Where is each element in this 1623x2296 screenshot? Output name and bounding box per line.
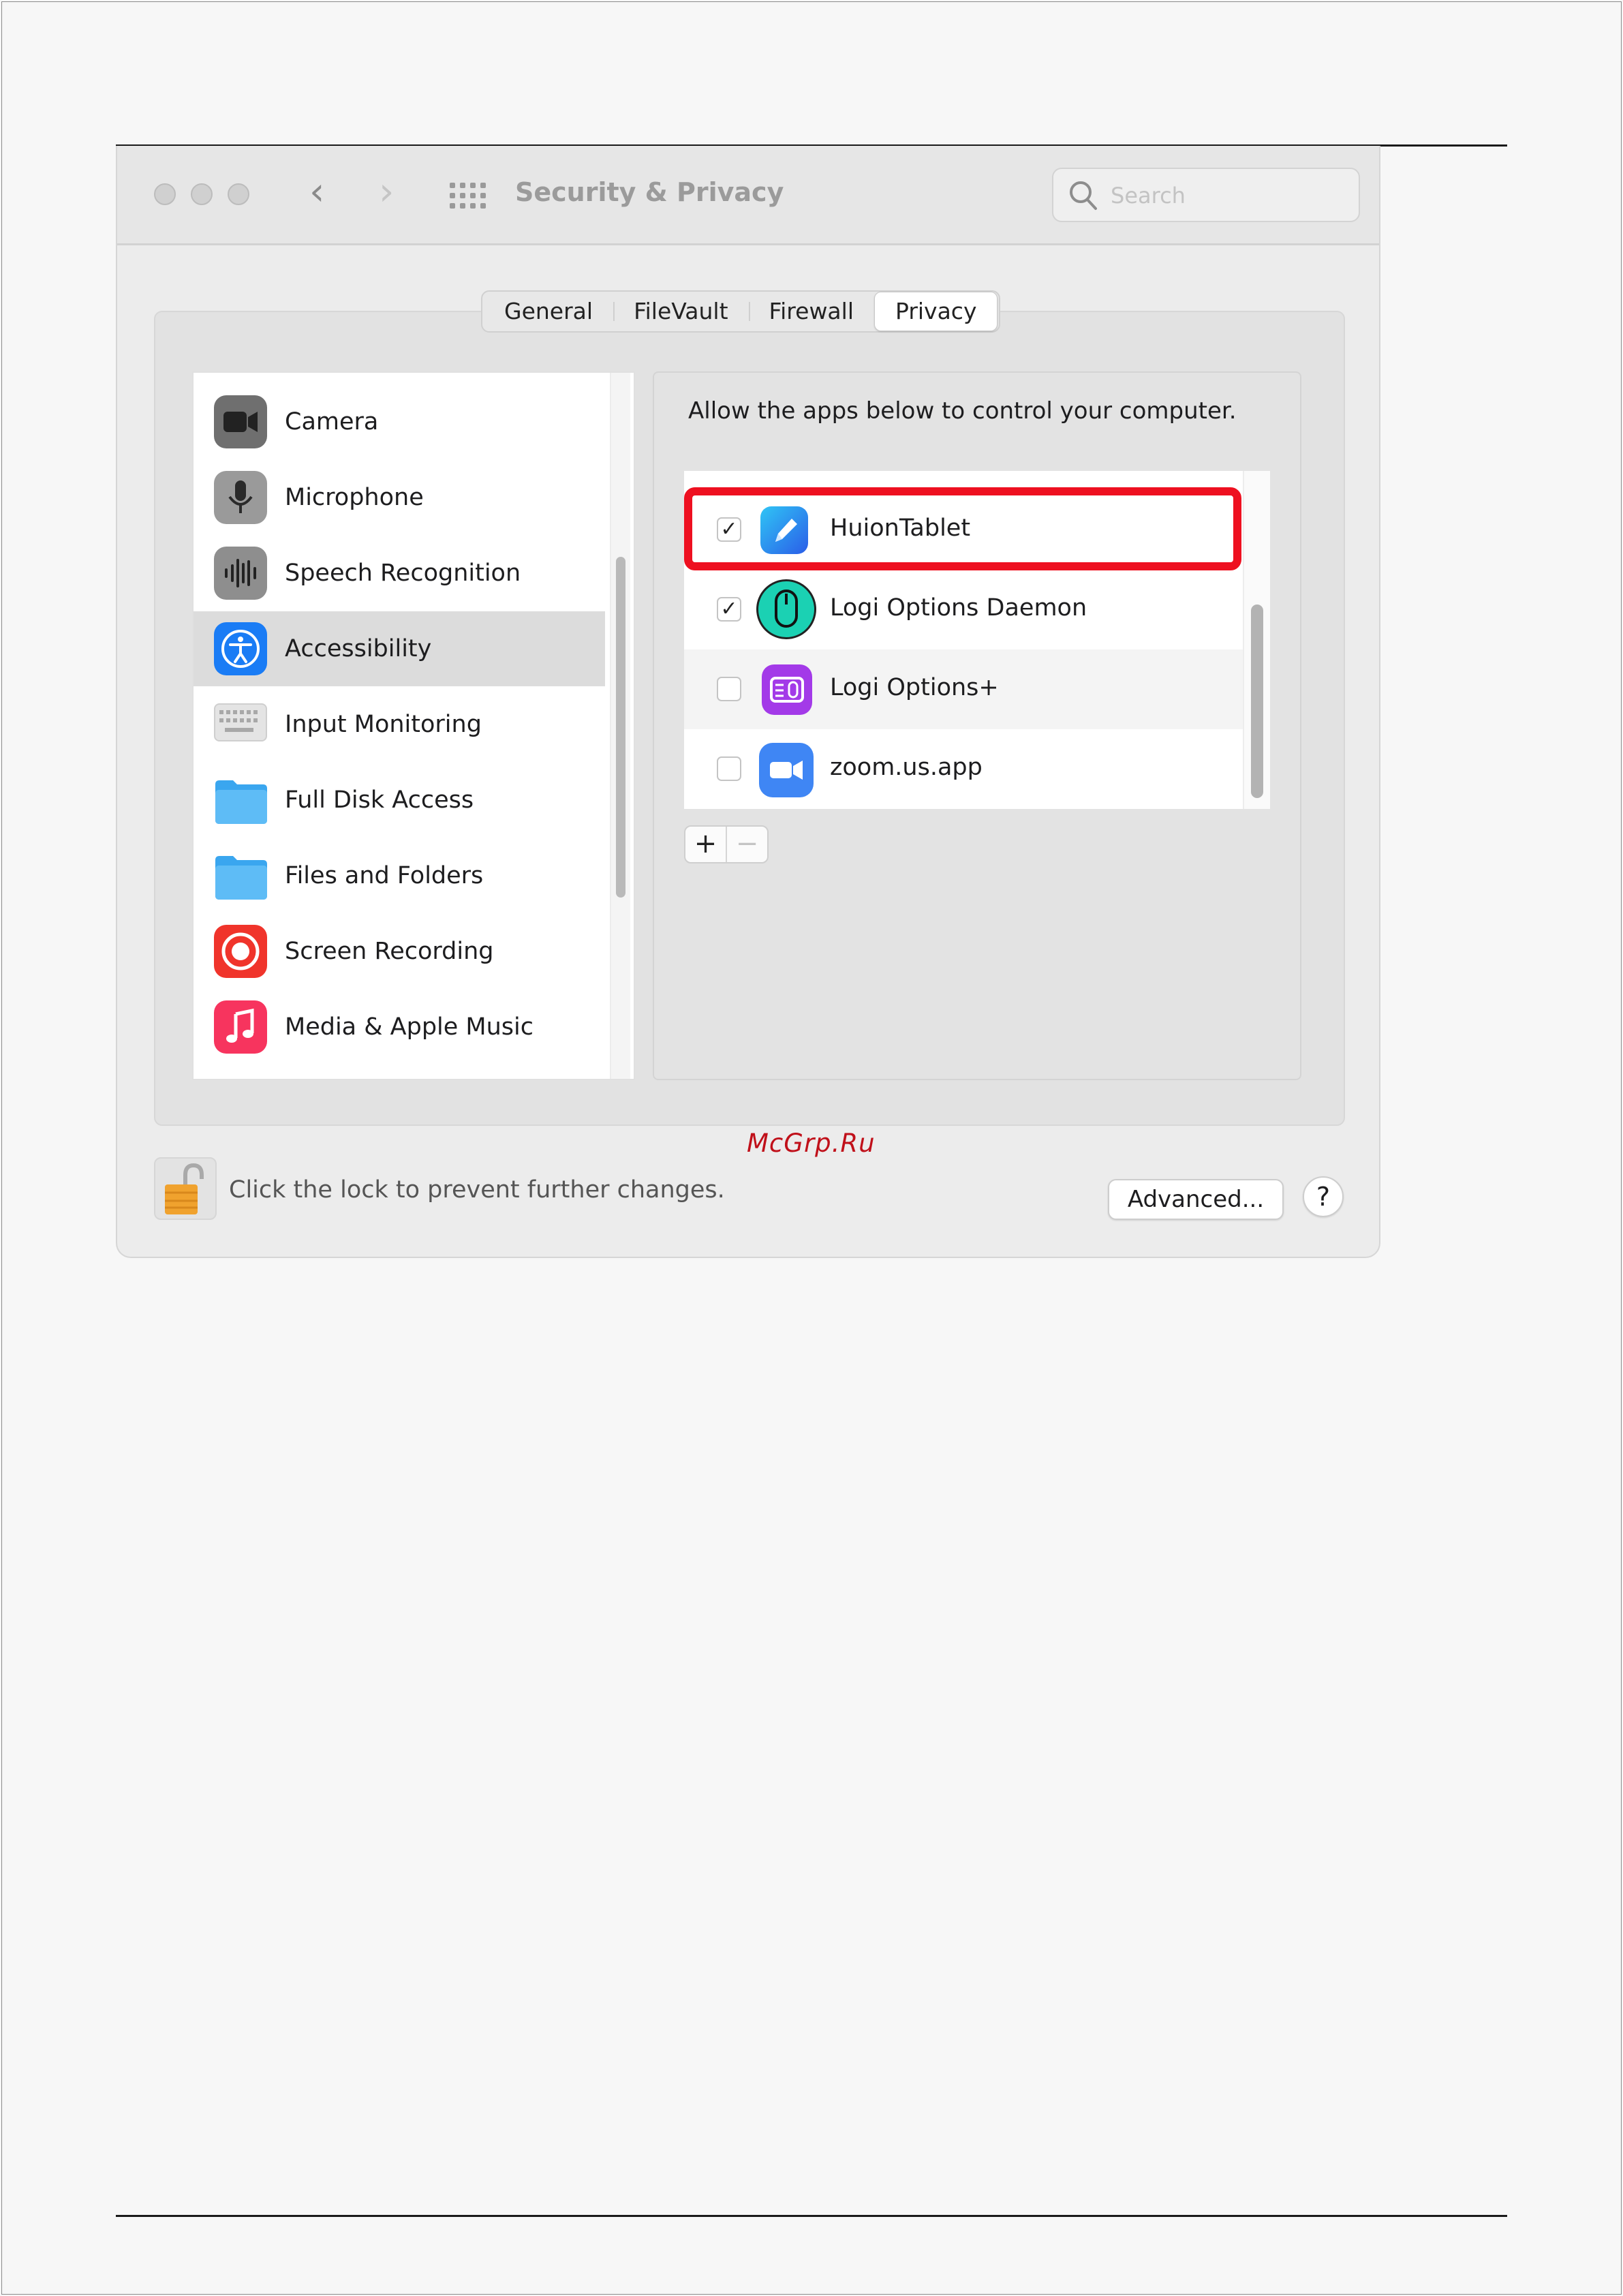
search-field[interactable]	[1052, 168, 1360, 222]
app-row-logi-options-plus[interactable]: Logi Options+	[684, 649, 1243, 729]
keyboard-icon	[214, 703, 267, 741]
minimize-window-button[interactable]	[191, 183, 213, 205]
sidebar-item-input-monitoring[interactable]: Input Monitoring	[194, 687, 605, 762]
music-icon	[214, 1000, 267, 1054]
app-checkbox[interactable]	[717, 677, 741, 701]
add-app-button[interactable]: +	[685, 827, 727, 862]
zoom-window-button[interactable]	[228, 183, 249, 205]
help-button[interactable]: ?	[1303, 1176, 1344, 1217]
logi-options-plus-icon	[762, 664, 812, 715]
close-window-button[interactable]	[154, 183, 176, 205]
sidebar-item-label: Input Monitoring	[285, 711, 482, 738]
sidebar-item-label: Files and Folders	[285, 862, 484, 889]
watermark-text: McGrp.Ru	[747, 1129, 876, 1158]
add-remove-control: + −	[684, 825, 769, 863]
app-list: ✓ HuionTablet ✓ Logi Options Daemon Logi…	[684, 471, 1270, 809]
app-name: zoom.us.app	[830, 754, 983, 781]
sidebar-item-screen-recording[interactable]: Screen Recording	[194, 914, 605, 989]
app-list-scrollbar-thumb[interactable]	[1251, 604, 1263, 798]
accessibility-detail-panel: Allow the apps below to control your com…	[653, 371, 1301, 1080]
sidebar-item-label: Media & Apple Music	[285, 1013, 534, 1041]
window-title: Security & Privacy	[515, 177, 784, 207]
back-chevron-icon[interactable]: ‹	[309, 172, 324, 213]
sidebar-scrollbar-thumb[interactable]	[616, 557, 625, 898]
sidebar-item-label: Full Disk Access	[285, 786, 474, 814]
detail-caption: Allow the apps below to control your com…	[688, 397, 1237, 425]
search-icon	[1070, 181, 1097, 210]
lock-button[interactable]	[154, 1157, 217, 1220]
accessibility-icon	[214, 622, 267, 675]
app-row-zoom[interactable]: zoom.us.app	[684, 729, 1243, 809]
tab-filevault[interactable]: FileVault	[613, 292, 748, 331]
sidebar-item-label: Microphone	[285, 484, 424, 511]
advanced-button[interactable]: Advanced...	[1108, 1179, 1284, 1220]
lock-status-text: Click the lock to prevent further change…	[229, 1176, 725, 1204]
bottom-rule	[116, 2215, 1507, 2217]
tab-firewall[interactable]: Firewall	[748, 292, 874, 331]
sidebar-item-files-and-folders[interactable]: Files and Folders	[194, 838, 605, 913]
logi-mouse-icon	[756, 579, 816, 639]
app-checkbox[interactable]	[717, 756, 741, 781]
privacy-category-list: Camera Microphone Speech Recognition Acc…	[192, 371, 635, 1080]
sidebar-item-camera[interactable]: Camera	[194, 384, 605, 459]
folder-icon	[214, 775, 267, 828]
screen-recording-icon	[214, 925, 267, 978]
sidebar-item-label: Speech Recognition	[285, 560, 521, 587]
unlocked-padlock-icon	[165, 1163, 204, 1214]
sidebar-item-speech-recognition[interactable]: Speech Recognition	[194, 536, 605, 611]
remove-app-button[interactable]: −	[727, 827, 767, 862]
forward-chevron-icon[interactable]: ›	[379, 172, 394, 213]
folder-icon	[214, 851, 267, 904]
show-all-grid-icon[interactable]	[450, 183, 486, 209]
sidebar-item-label: Screen Recording	[285, 938, 494, 965]
speech-recognition-icon	[214, 547, 267, 600]
app-row-logi-options-daemon[interactable]: ✓ Logi Options Daemon	[684, 570, 1243, 649]
app-checkbox[interactable]: ✓	[717, 597, 741, 622]
app-name: Logi Options+	[830, 674, 999, 701]
tab-general[interactable]: General	[484, 292, 613, 331]
microphone-icon	[214, 471, 267, 524]
search-input[interactable]	[1109, 180, 1344, 211]
sidebar-item-full-disk-access[interactable]: Full Disk Access	[194, 763, 605, 838]
tab-privacy[interactable]: Privacy	[874, 292, 998, 331]
sidebar-item-label: Camera	[285, 408, 379, 435]
tab-bar: General FileVault Firewall Privacy	[481, 290, 1001, 333]
app-name: Logi Options Daemon	[830, 594, 1087, 622]
sidebar-item-label: Accessibility	[285, 635, 432, 662]
sidebar-item-media-apple-music[interactable]: Media & Apple Music	[194, 990, 605, 1065]
camera-icon	[214, 395, 267, 448]
sidebar-item-accessibility[interactable]: Accessibility	[194, 611, 605, 686]
preferences-window: ‹ › Security & Privacy General FileVault…	[116, 146, 1380, 1258]
list-item-partial	[194, 373, 605, 384]
sidebar-item-microphone[interactable]: Microphone	[194, 460, 605, 535]
zoom-icon	[759, 743, 814, 797]
highlight-annotation-box	[684, 487, 1241, 570]
title-bar: ‹ › Security & Privacy	[117, 146, 1379, 245]
